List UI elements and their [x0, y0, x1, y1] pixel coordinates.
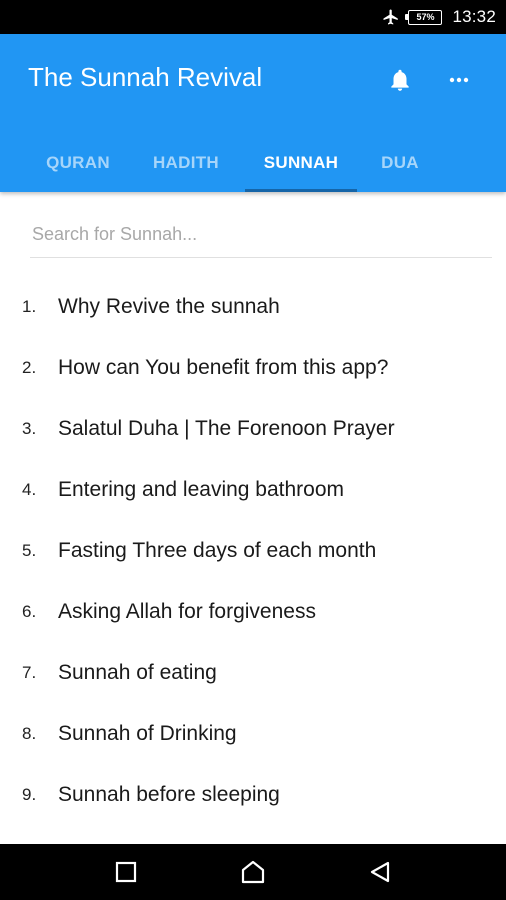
list-item[interactable]: 1. Why Revive the sunnah: [0, 276, 506, 337]
item-title: Fasting Three days of each month: [58, 538, 377, 562]
tab-label: SUNNAH: [263, 153, 339, 172]
list-item[interactable]: 4. Entering and leaving bathroom: [0, 459, 506, 520]
app-bar: The Sunnah Revival QURAN HADITH SUNNAH D…: [0, 34, 506, 192]
item-title: Sunnah before sleeping: [58, 782, 280, 806]
tab-label: DUA: [381, 153, 419, 172]
notifications-button[interactable]: [384, 64, 416, 96]
navigation-bar: [0, 844, 506, 900]
app-title: The Sunnah Revival: [28, 62, 263, 92]
item-number: 9.: [22, 784, 37, 804]
item-title: Entering and leaving bathroom: [58, 477, 345, 501]
item-number: 5.: [22, 540, 37, 560]
tab-label: QURAN: [46, 153, 110, 172]
tab-indicator: [245, 189, 357, 192]
tab-bar: QURAN HADITH SUNNAH DUA: [0, 134, 506, 192]
back-button[interactable]: [364, 856, 396, 888]
tab-sunnah[interactable]: SUNNAH: [245, 134, 357, 192]
search-field: [30, 214, 492, 258]
item-title: Sunnah of eating: [58, 660, 217, 684]
list-item[interactable]: 5. Fasting Three days of each month: [0, 520, 506, 581]
list-item[interactable]: 7. Sunnah of eating: [0, 642, 506, 703]
list-item[interactable]: 9. Sunnah before sleeping: [0, 764, 506, 825]
recents-icon: [115, 861, 137, 883]
item-title: Sunnah of Drinking: [58, 721, 237, 745]
battery-icon: 57%: [405, 9, 443, 25]
home-button[interactable]: [237, 856, 269, 888]
back-icon: [370, 861, 390, 883]
more-icon: [449, 77, 469, 83]
list-item[interactable]: 2. How can You benefit from this app?: [0, 337, 506, 398]
status-bar: 57% 13:32: [0, 0, 506, 34]
list-item[interactable]: 6. Asking Allah for forgiveness: [0, 581, 506, 642]
home-icon: [241, 860, 265, 884]
tab-dua[interactable]: DUA: [366, 134, 434, 192]
item-number: 6.: [22, 601, 37, 621]
list-item[interactable]: 3. Salatul Duha | The Forenoon Prayer: [0, 398, 506, 459]
tab-label: HADITH: [152, 153, 219, 172]
airplane-icon: [383, 9, 399, 25]
battery-level: 57%: [416, 12, 435, 22]
item-number: 4.: [22, 479, 37, 499]
item-title: Why Revive the sunnah: [58, 294, 280, 318]
item-title: Asking Allah for forgiveness: [58, 599, 316, 623]
recents-button[interactable]: [110, 856, 142, 888]
item-number: 8.: [22, 723, 37, 743]
list-item[interactable]: 8. Sunnah of Drinking: [0, 703, 506, 764]
status-time: 13:32: [452, 7, 496, 26]
bell-icon: [391, 69, 409, 91]
item-number: 2.: [22, 357, 37, 377]
item-title: How can You benefit from this app?: [58, 355, 389, 379]
item-number: 3.: [22, 418, 37, 438]
more-options-button[interactable]: [443, 64, 475, 96]
tab-quran[interactable]: QURAN: [30, 134, 126, 192]
tab-hadith[interactable]: HADITH: [136, 134, 236, 192]
search-input[interactable]: [30, 214, 492, 254]
item-title: Salatul Duha | The Forenoon Prayer: [58, 416, 395, 440]
item-number: 1.: [22, 296, 37, 316]
item-number: 7.: [22, 662, 37, 682]
